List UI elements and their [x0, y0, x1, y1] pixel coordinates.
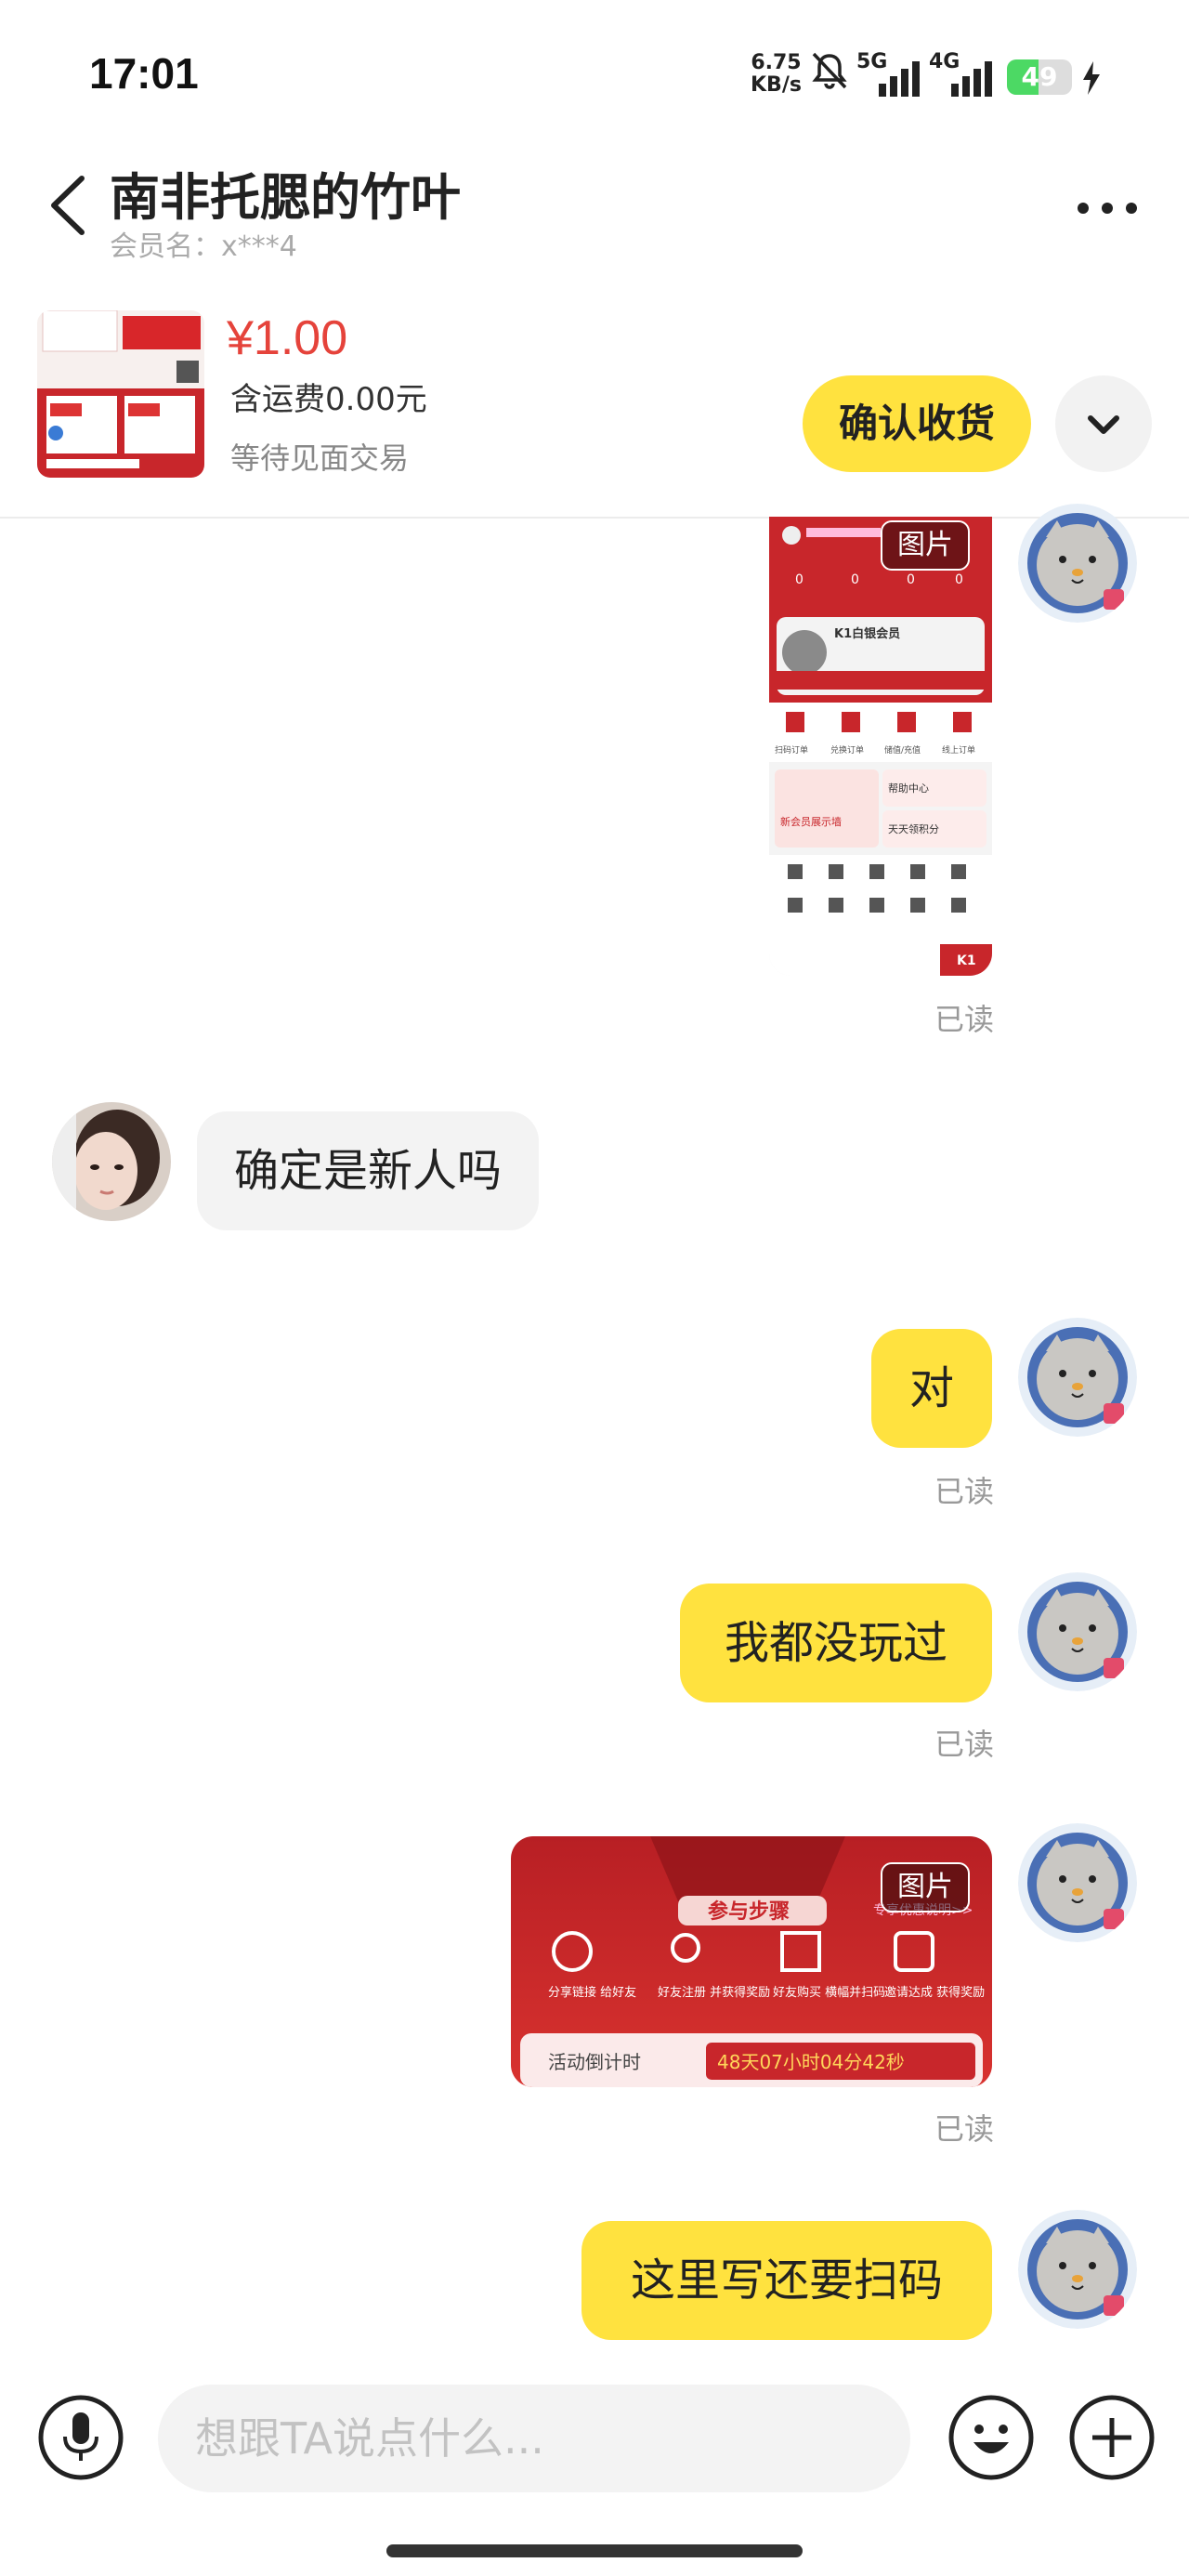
image-tag: 图片: [881, 1862, 970, 1912]
countdown-label: 活动倒计时: [548, 2051, 641, 2073]
my-avatar[interactable]: [1018, 504, 1137, 623]
emoji-icon[interactable]: [947, 2394, 1035, 2481]
cat-avatar-icon: [1018, 2210, 1137, 2329]
tab-k1: K1: [957, 953, 976, 968]
message-bubble-me[interactable]: 我都没玩过: [680, 1584, 992, 1702]
expand-button[interactable]: [1055, 375, 1152, 472]
signal-1-icon: [879, 61, 920, 97]
home-indicator[interactable]: [386, 2544, 803, 2557]
product-thumbnail-image: [37, 310, 204, 478]
charging-bolt-icon: [1083, 61, 1100, 95]
signal-2-icon: [951, 61, 992, 97]
menu-3: 储值/充值: [884, 744, 921, 756]
svg-text:0: 0: [907, 572, 915, 587]
more-options-icon[interactable]: [1074, 191, 1141, 225]
message-bubble-me[interactable]: 这里写还要扫码: [581, 2221, 992, 2340]
message-input[interactable]: [158, 2385, 910, 2492]
battery-indicator: 49: [1007, 59, 1072, 95]
read-receipt-3: 已读: [934, 1727, 995, 1762]
contact-photo: [52, 1102, 171, 1221]
card-right-label-1: 帮助中心: [888, 782, 929, 795]
read-receipt-1: 已读: [934, 1002, 995, 1037]
message-bubble-them[interactable]: 确定是新人吗: [197, 1111, 540, 1230]
microphone-icon[interactable]: [37, 2394, 124, 2481]
menu-4: 线上订单: [942, 744, 975, 756]
network-speed-value: 6.75: [751, 51, 802, 74]
svg-text:0: 0: [851, 572, 859, 587]
image-message-1[interactable]: 0 0 0 0 K1白银会员 扫码订单 兑换订单 储值/充值 线上订单 新会员展…: [769, 517, 992, 976]
svg-text:0: 0: [955, 572, 963, 587]
shipping-fee: 含运费0.00元: [230, 381, 427, 418]
menu-2: 兑换订单: [830, 744, 864, 756]
chevron-down-icon: [1088, 415, 1119, 434]
status-time: 17:01: [89, 49, 199, 98]
member-name: 会员名：x***4: [110, 230, 297, 263]
order-status: 等待见面交易: [230, 440, 410, 476]
contact-avatar[interactable]: [52, 1102, 171, 1221]
cat-avatar-icon: [1018, 1823, 1137, 1942]
countdown-value: 48天07小时04分42秒: [717, 2051, 905, 2073]
my-avatar[interactable]: [1018, 1318, 1137, 1437]
mute-bell-icon: [812, 52, 847, 89]
card-right-label-2: 天天领积分: [888, 823, 939, 835]
product-price: ¥1.00: [227, 311, 348, 365]
my-avatar[interactable]: [1018, 1572, 1137, 1691]
network-speed-unit: KB/s: [751, 73, 802, 97]
image-tag: 图片: [881, 520, 970, 571]
step-2: 好友注册 并获得奖励: [658, 1985, 770, 2000]
svg-text:0: 0: [795, 572, 804, 587]
read-receipt-2: 已读: [934, 1474, 995, 1509]
chat-title: 南非托腮的竹叶: [110, 168, 461, 227]
back-arrow-icon[interactable]: [46, 173, 93, 238]
network-speed: 6.75 KB/s: [751, 52, 802, 97]
read-receipt-4: 已读: [934, 2111, 995, 2147]
confirm-receipt-button[interactable]: 确认收货: [803, 375, 1031, 472]
app-screenshot-image: 0 0 0 0 K1白银会员 扫码订单 兑换订单 储值/充值 线上订单 新会员展…: [769, 517, 992, 976]
message-bubble-me[interactable]: 对: [871, 1329, 992, 1448]
cat-avatar-icon: [1018, 1572, 1137, 1691]
step-4: 邀请达成 获得奖励: [884, 1985, 985, 2000]
battery-level: 49: [1021, 61, 1058, 92]
my-avatar[interactable]: [1018, 2210, 1137, 2329]
cat-avatar-icon: [1018, 504, 1137, 623]
menu-1: 扫码订单: [775, 744, 808, 756]
step-1: 分享链接 给好友: [548, 1985, 636, 2000]
cat-avatar-icon: [1018, 1318, 1137, 1437]
banner-title: 参与步骤: [708, 1899, 790, 1924]
add-icon[interactable]: [1068, 2394, 1156, 2481]
step-3: 好友购买 横幅并扫码: [773, 1985, 885, 2000]
my-avatar[interactable]: [1018, 1823, 1137, 1942]
k1-member-title: K1白银会员: [834, 626, 900, 641]
product-thumbnail[interactable]: [37, 310, 204, 478]
card-left-label: 新会员展示墙: [780, 815, 842, 828]
